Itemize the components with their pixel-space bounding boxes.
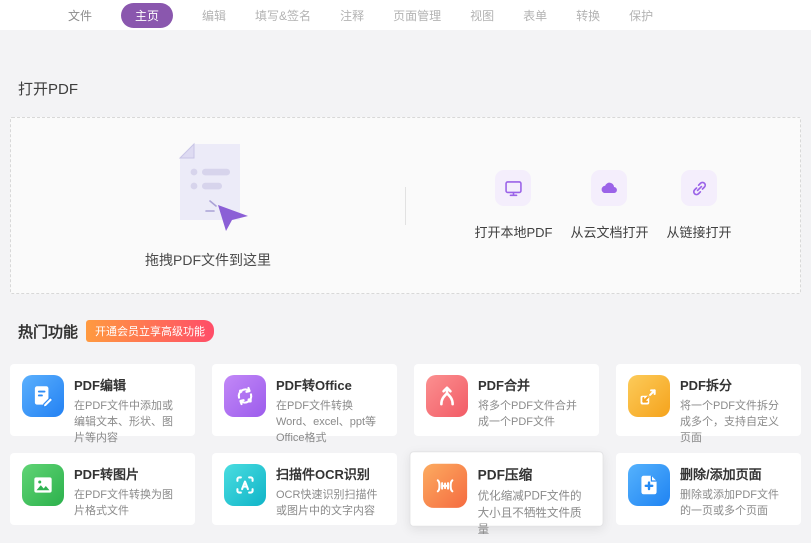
card-desc: 删除或添加PDF文件的一页或多个页面 bbox=[680, 489, 779, 517]
hot-features-title: 热门功能 bbox=[18, 323, 79, 341]
card-title: PDF转Office bbox=[276, 378, 352, 393]
menu-item-convert[interactable]: 转换 bbox=[576, 7, 600, 24]
document-drop-icon bbox=[164, 141, 252, 240]
split-icon bbox=[628, 375, 670, 417]
feature-card-grid: PDF编辑 在PDF文件中添加或编辑文本、形状、图片等内容 PDF转Office… bbox=[10, 364, 801, 536]
document-edit-icon bbox=[22, 375, 64, 417]
menu-item-protect[interactable]: 保护 bbox=[629, 7, 653, 24]
card-desc: 优化缩减PDF文件的大小且不牺牲文件质量 bbox=[477, 490, 582, 537]
card-pdf-edit[interactable]: PDF编辑 在PDF文件中添加或编辑文本、形状、图片等内容 bbox=[10, 364, 195, 444]
open-from-link-button[interactable]: 从链接打开 bbox=[665, 170, 734, 241]
open-pdf-panel: 拖拽PDF文件到这里 打开本地PDF 从云文档打开 从链接打开 bbox=[10, 117, 801, 294]
card-pdf-compress[interactable]: PDF压缩 优化缩减PDF文件的大小且不牺牲文件质量 bbox=[409, 451, 604, 536]
pdf-drop-zone[interactable]: 拖拽PDF文件到这里 bbox=[11, 141, 405, 270]
menu-item-form[interactable]: 表单 bbox=[523, 7, 547, 24]
card-pdf-to-image[interactable]: PDF转图片 在PDF文件转换为图片格式文件 bbox=[10, 453, 195, 525]
menu-item-comment[interactable]: 注释 bbox=[340, 7, 364, 24]
add-remove-page-icon bbox=[628, 464, 670, 506]
card-desc: 在PDF文件转换Word、excel、ppt等Office格式 bbox=[276, 400, 377, 444]
card-title: PDF合并 bbox=[478, 378, 531, 393]
cloud-icon bbox=[591, 170, 628, 206]
card-title: PDF压缩 bbox=[477, 466, 533, 483]
card-title: 扫描件OCR识别 bbox=[276, 467, 370, 482]
open-local-pdf-label: 打开本地PDF bbox=[474, 225, 553, 240]
open-from-cloud-button[interactable]: 从云文档打开 bbox=[568, 170, 650, 241]
card-desc: 将一个PDF文件拆分成多个，支持自定义页面 bbox=[680, 400, 779, 444]
open-from-cloud-label: 从云文档打开 bbox=[570, 225, 649, 240]
menu-item-view[interactable]: 视图 bbox=[470, 7, 494, 24]
menu-item-home[interactable]: 主页 bbox=[121, 2, 174, 28]
open-local-pdf-button[interactable]: 打开本地PDF bbox=[472, 170, 554, 241]
open-options: 打开本地PDF 从云文档打开 从链接打开 bbox=[406, 170, 800, 241]
card-title: PDF拆分 bbox=[680, 378, 733, 393]
pdf-app-home: 文件 主页 编辑 填写&签名 注释 页面管理 视图 表单 转换 保护 打开PDF bbox=[0, 0, 811, 543]
card-desc: OCR快速识别扫描件或图片中的文字内容 bbox=[276, 489, 378, 517]
card-desc: 将多个PDF文件合并成一个PDF文件 bbox=[478, 400, 577, 428]
hot-features-header: 热门功能 开通会员立享高级功能 bbox=[18, 320, 793, 342]
card-pdf-to-office[interactable]: PDF转Office 在PDF文件转换Word、excel、ppt等Office… bbox=[212, 364, 397, 444]
menu-item-edit[interactable]: 编辑 bbox=[202, 7, 226, 24]
card-title: 删除/添加页面 bbox=[680, 467, 762, 482]
merge-icon bbox=[426, 375, 468, 417]
drop-zone-label: 拖拽PDF文件到这里 bbox=[145, 252, 271, 268]
card-desc: 在PDF文件中添加或编辑文本、形状、图片等内容 bbox=[74, 400, 173, 444]
card-title: PDF转图片 bbox=[74, 467, 140, 482]
card-add-remove-pages[interactable]: 删除/添加页面 删除或添加PDF文件的一页或多个页面 bbox=[616, 453, 801, 525]
card-title: PDF编辑 bbox=[74, 378, 127, 393]
ocr-icon bbox=[224, 464, 266, 506]
compress-icon bbox=[423, 463, 468, 508]
top-menu-bar: 文件 主页 编辑 填写&签名 注释 页面管理 视图 表单 转换 保护 bbox=[0, 0, 811, 30]
card-pdf-merge[interactable]: PDF合并 将多个PDF文件合并成一个PDF文件 bbox=[414, 364, 599, 436]
convert-office-icon bbox=[224, 375, 266, 417]
menu-item-page-manage[interactable]: 页面管理 bbox=[393, 7, 441, 24]
card-pdf-split[interactable]: PDF拆分 将一个PDF文件拆分成多个，支持自定义页面 bbox=[616, 364, 801, 444]
vip-promo-badge[interactable]: 开通会员立享高级功能 bbox=[86, 320, 215, 342]
image-icon bbox=[22, 464, 64, 506]
link-icon bbox=[681, 170, 717, 206]
card-ocr[interactable]: 扫描件OCR识别 OCR快速识别扫描件或图片中的文字内容 bbox=[212, 453, 397, 525]
open-pdf-title: 打开PDF bbox=[18, 81, 79, 98]
menu-item-file[interactable]: 文件 bbox=[68, 7, 92, 24]
open-from-link-label: 从链接打开 bbox=[666, 225, 732, 240]
menu-item-fill-sign[interactable]: 填写&签名 bbox=[255, 7, 311, 24]
card-desc: 在PDF文件转换为图片格式文件 bbox=[74, 489, 173, 517]
monitor-icon bbox=[495, 170, 532, 206]
